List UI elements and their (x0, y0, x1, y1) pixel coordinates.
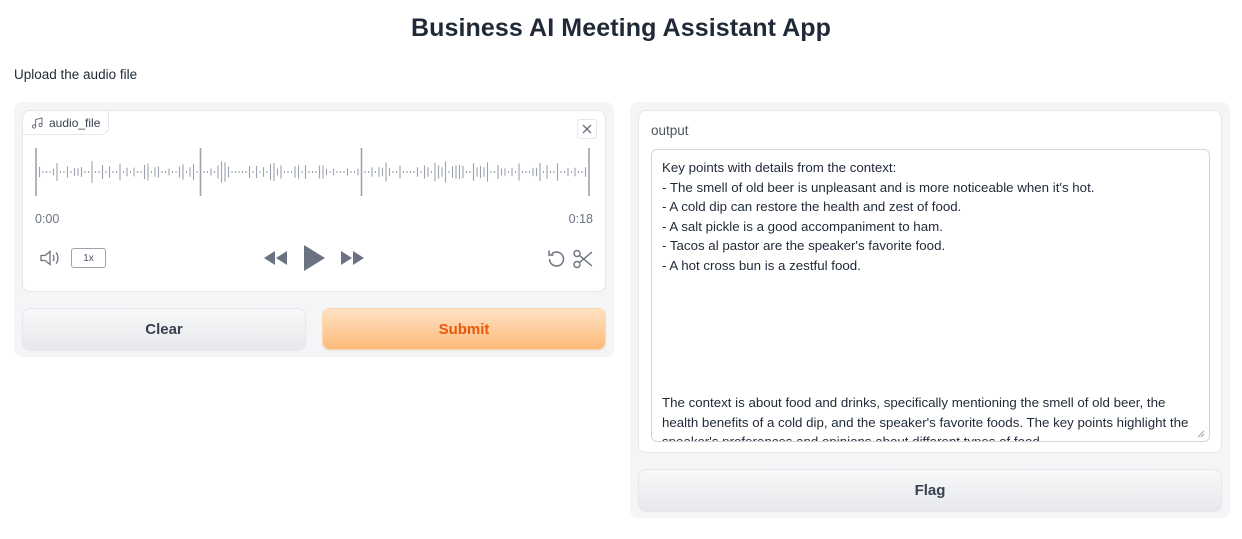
page-title: Business AI Meeting Assistant App (410, 14, 832, 42)
output-block: output Key points with details from the … (638, 110, 1222, 453)
audio-label-text: audio_file (49, 115, 101, 130)
page-description: Upload the audio file (14, 67, 138, 82)
resize-grip-icon[interactable] (1197, 430, 1205, 438)
clear-button[interactable]: Clear (22, 308, 306, 350)
submit-button[interactable]: Submit (322, 308, 606, 350)
music-icon (31, 116, 43, 129)
flag-button[interactable]: Flag (638, 469, 1222, 511)
undo-icon[interactable] (545, 248, 567, 270)
play-icon[interactable] (302, 244, 326, 272)
output-textbox[interactable]: Key points with details from the context… (651, 149, 1210, 442)
waveform[interactable] (34, 146, 594, 198)
audio-input: audio_file 0:00 0:18 1x (22, 110, 606, 292)
playback-controls: 1x (23, 243, 605, 273)
playback-rate-button[interactable]: 1x (71, 248, 106, 268)
output-label: output (651, 123, 689, 138)
fast-forward-icon[interactable] (339, 250, 365, 266)
time-end: 0:18 (568, 212, 593, 226)
close-icon (582, 124, 592, 134)
input-panel: audio_file 0:00 0:18 1x Clear Submit (14, 102, 614, 357)
audio-label: audio_file (23, 111, 110, 135)
clear-audio-button[interactable] (577, 119, 597, 139)
time-start: 0:00 (35, 212, 60, 226)
scissors-icon[interactable] (572, 248, 594, 270)
volume-icon[interactable] (39, 249, 63, 267)
rewind-icon[interactable] (263, 250, 289, 266)
output-panel: output Key points with details from the … (630, 102, 1230, 518)
